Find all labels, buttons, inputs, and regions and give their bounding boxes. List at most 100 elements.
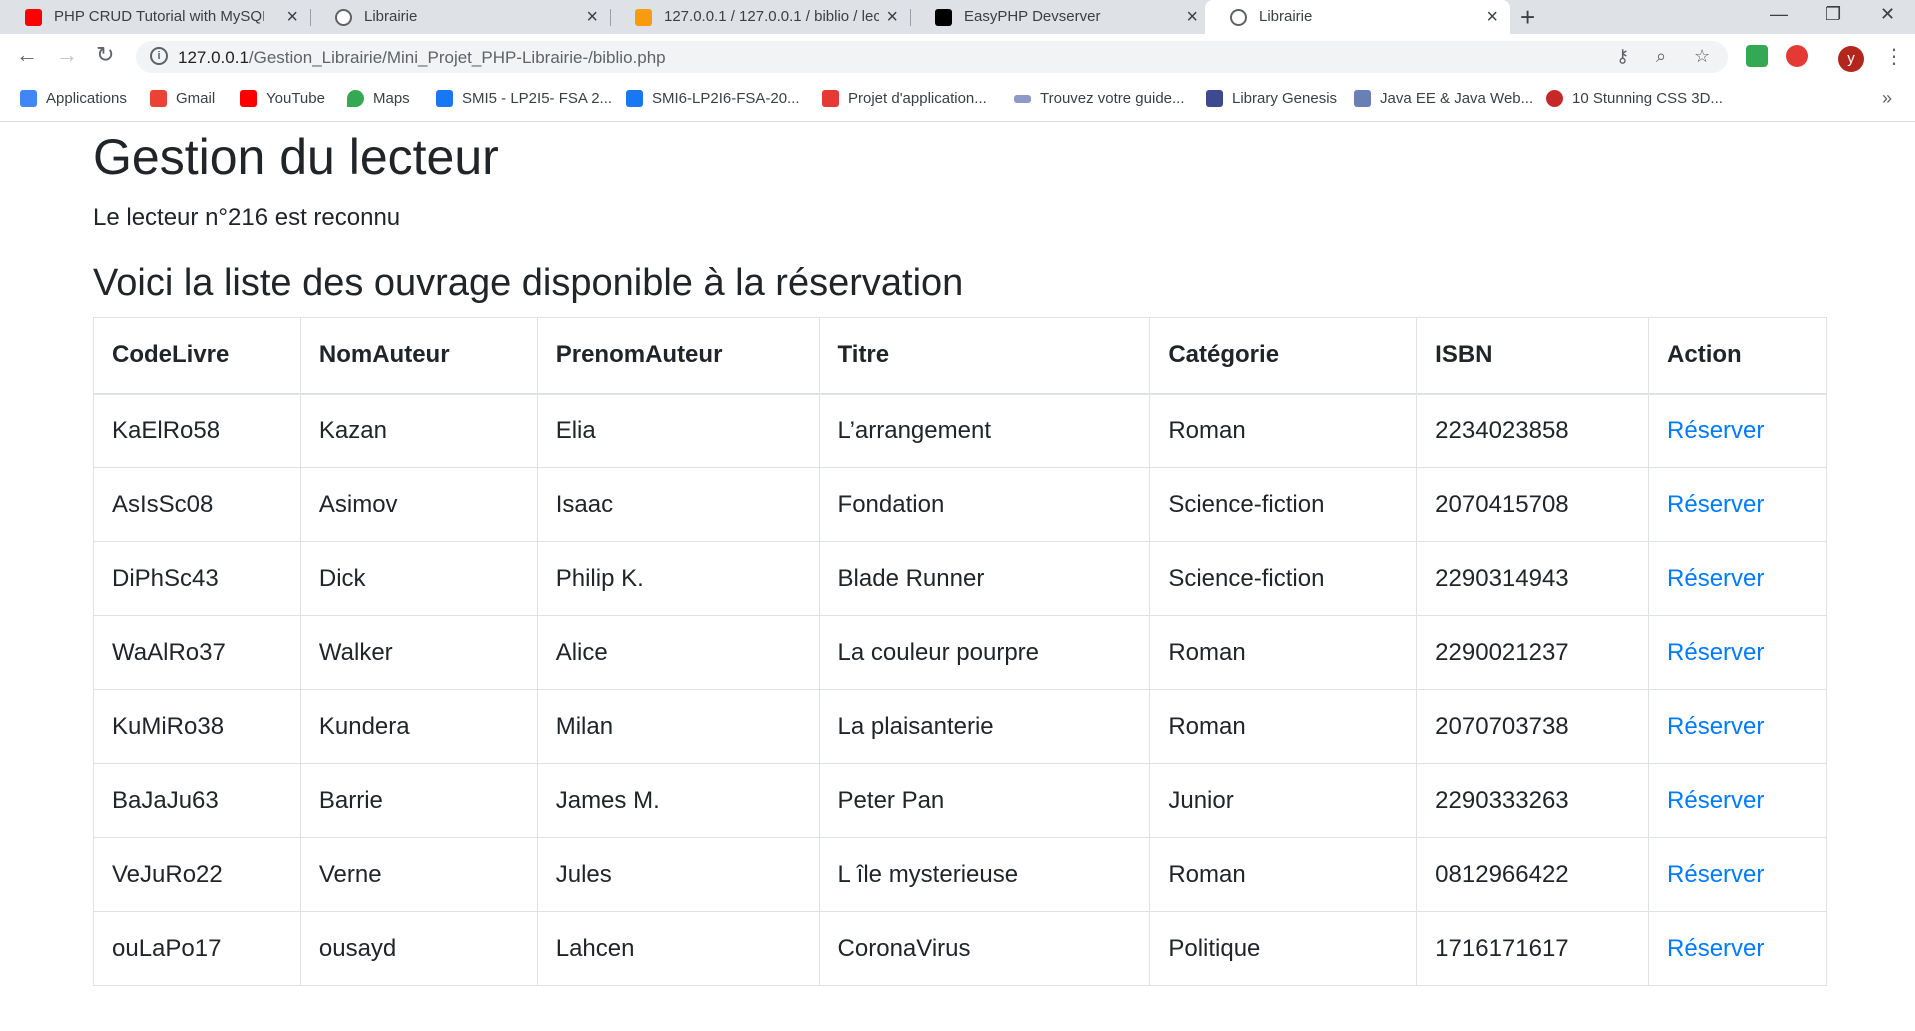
- chevron-more-icon[interactable]: »: [1882, 88, 1892, 109]
- cell-titre: L’arrangement: [818, 393, 1151, 468]
- cell-titre: La couleur pourpre: [818, 615, 1151, 690]
- library-genesis-icon: [1206, 90, 1223, 107]
- cell-nom: Verne: [299, 837, 538, 912]
- bookmark-gmail[interactable]: Gmail: [150, 90, 215, 107]
- reserve-link[interactable]: Réserver: [1667, 787, 1764, 814]
- bookmark-youtube[interactable]: YouTube: [240, 90, 325, 107]
- bookmark-label: Library Genesis: [1232, 90, 1338, 107]
- bookmark-java[interactable]: Java EE & Java Web...: [1354, 90, 1533, 107]
- cell-nom: Kazan: [299, 393, 538, 468]
- bookmark-smi6[interactable]: SMI6-LP2I6-FSA-20...: [626, 90, 800, 107]
- cell-categorie: Science-fiction: [1149, 541, 1418, 616]
- facebook-icon: [436, 90, 453, 107]
- address-bar[interactable]: i 127.0.0.1/Gestion_Librairie/Mini_Proje…: [136, 41, 1728, 73]
- page-title: Gestion du lecteur: [93, 129, 499, 185]
- menu-icon[interactable]: ⋮: [1884, 44, 1904, 69]
- back-icon[interactable]: ←: [16, 42, 38, 68]
- stop-sign-icon: [1546, 90, 1563, 107]
- tab-label: EasyPHP Devserver: [964, 8, 1101, 25]
- bookmark-guide[interactable]: Trouvez votre guide...: [1014, 90, 1185, 107]
- adblock-icon[interactable]: [1786, 45, 1808, 67]
- reserve-link[interactable]: Réserver: [1667, 935, 1764, 962]
- reserve-link[interactable]: Réserver: [1667, 417, 1764, 444]
- browser-toolbar: ← → ↻ i 127.0.0.1/Gestion_Librairie/Mini…: [0, 34, 1915, 78]
- bookmark-projet[interactable]: Projet d'application...: [822, 90, 987, 107]
- office-icon: [822, 90, 839, 107]
- bookmark-label: SMI5 - LP2I5- FSA 2...: [462, 90, 613, 107]
- cell-prenom: Philip K.: [536, 541, 820, 616]
- cell-prenom: James M.: [536, 763, 820, 838]
- cell-action: Réserver: [1648, 689, 1827, 764]
- cell-action: Réserver: [1648, 615, 1827, 690]
- cell-isbn: 0812966422: [1416, 837, 1650, 912]
- info-icon[interactable]: i: [150, 47, 168, 65]
- avatar[interactable]: y: [1838, 46, 1864, 72]
- bookmark-libgen[interactable]: Library Genesis: [1206, 90, 1337, 107]
- cell-code: KuMiRo38: [93, 689, 301, 764]
- zoom-icon[interactable]: ⌕: [1656, 46, 1666, 67]
- extension-icon[interactable]: [1746, 45, 1768, 67]
- tab-strip: PHP CRUD Tutorial with MySQL & × Librair…: [0, 0, 1915, 34]
- bookmark-maps[interactable]: Maps: [347, 90, 410, 107]
- table-row: DiPhSc43 Dick Philip K. Blade Runner Sci…: [93, 541, 1827, 616]
- cell-action: Réserver: [1648, 837, 1827, 912]
- url-text[interactable]: 127.0.0.1/Gestion_Librairie/Mini_Projet_…: [178, 48, 666, 68]
- cell-prenom: Milan: [536, 689, 820, 764]
- cell-isbn: 2070703738: [1416, 689, 1650, 764]
- window-close-icon[interactable]: ✕: [1880, 4, 1895, 25]
- close-icon[interactable]: ×: [286, 6, 298, 29]
- cell-nom: ousayd: [299, 911, 538, 986]
- cell-titre: Fondation: [818, 467, 1151, 542]
- bookmark-applications[interactable]: Applications: [20, 90, 127, 107]
- bookmark-label: Java EE & Java Web...: [1380, 90, 1534, 107]
- new-tab-icon[interactable]: +: [1520, 2, 1535, 33]
- tab-librairie-active[interactable]: Librairie ×: [1205, 0, 1510, 34]
- close-icon[interactable]: ×: [886, 6, 898, 29]
- cell-titre: La plaisanterie: [818, 689, 1151, 764]
- tab-easyphp[interactable]: EasyPHP Devserver ×: [910, 0, 1210, 34]
- cell-action: Réserver: [1648, 393, 1827, 468]
- bookmark-smi5[interactable]: SMI5 - LP2I5- FSA 2...: [436, 90, 612, 107]
- table-row: WaAlRo37 Walker Alice La couleur pourpre…: [93, 615, 1827, 690]
- reserve-link[interactable]: Réserver: [1667, 713, 1764, 740]
- cell-code: AsIsSc08: [93, 467, 301, 542]
- facebook-icon: [626, 90, 643, 107]
- column-header: Titre: [818, 317, 1151, 395]
- cell-action: Réserver: [1648, 911, 1827, 986]
- forward-icon[interactable]: →: [56, 42, 78, 68]
- guide-icon: [1014, 94, 1031, 103]
- reload-icon[interactable]: ↻: [96, 42, 114, 68]
- close-icon[interactable]: ×: [1486, 6, 1498, 29]
- close-icon[interactable]: ×: [1186, 6, 1198, 29]
- bookmark-label: Trouvez votre guide...: [1040, 90, 1185, 107]
- key-icon[interactable]: ⚷: [1616, 46, 1629, 67]
- restore-icon[interactable]: ❐: [1825, 4, 1841, 25]
- cell-code: BaJaJu63: [93, 763, 301, 838]
- bookmark-label: Gmail: [176, 90, 216, 107]
- reserve-link[interactable]: Réserver: [1667, 861, 1764, 888]
- bookmarks-bar: Applications Gmail YouTube Maps SMI5 - L…: [0, 78, 1915, 122]
- reserve-link[interactable]: Réserver: [1667, 639, 1764, 666]
- cell-action: Réserver: [1648, 541, 1827, 616]
- bookmark-css3d[interactable]: 10 Stunning CSS 3D...: [1546, 90, 1723, 107]
- cell-categorie: Roman: [1149, 615, 1418, 690]
- cell-nom: Barrie: [299, 763, 538, 838]
- cell-action: Réserver: [1648, 467, 1827, 542]
- java-cube-icon: [1354, 90, 1371, 107]
- tab-phpmyadmin[interactable]: 127.0.0.1 / 127.0.0.1 / biblio / lect ×: [610, 0, 910, 34]
- tab-php-crud[interactable]: PHP CRUD Tutorial with MySQL & ×: [0, 0, 310, 34]
- cell-titre: Blade Runner: [818, 541, 1151, 616]
- cell-isbn: 2290021237: [1416, 615, 1650, 690]
- star-icon[interactable]: ☆: [1694, 46, 1710, 67]
- reserve-link[interactable]: Réserver: [1667, 491, 1764, 518]
- table-row: KuMiRo38 Kundera Milan La plaisanterie R…: [93, 689, 1827, 764]
- tab-librairie-1[interactable]: Librairie ×: [310, 0, 610, 34]
- cell-isbn: 2290314943: [1416, 541, 1650, 616]
- url-host: 127.0.0.1: [178, 48, 249, 67]
- cell-nom: Kundera: [299, 689, 538, 764]
- close-icon[interactable]: ×: [586, 6, 598, 29]
- bookmark-label: SMI6-LP2I6-FSA-20...: [652, 90, 800, 107]
- easyphp-icon: [935, 9, 952, 26]
- reserve-link[interactable]: Réserver: [1667, 565, 1764, 592]
- minimize-icon[interactable]: —: [1770, 4, 1788, 25]
